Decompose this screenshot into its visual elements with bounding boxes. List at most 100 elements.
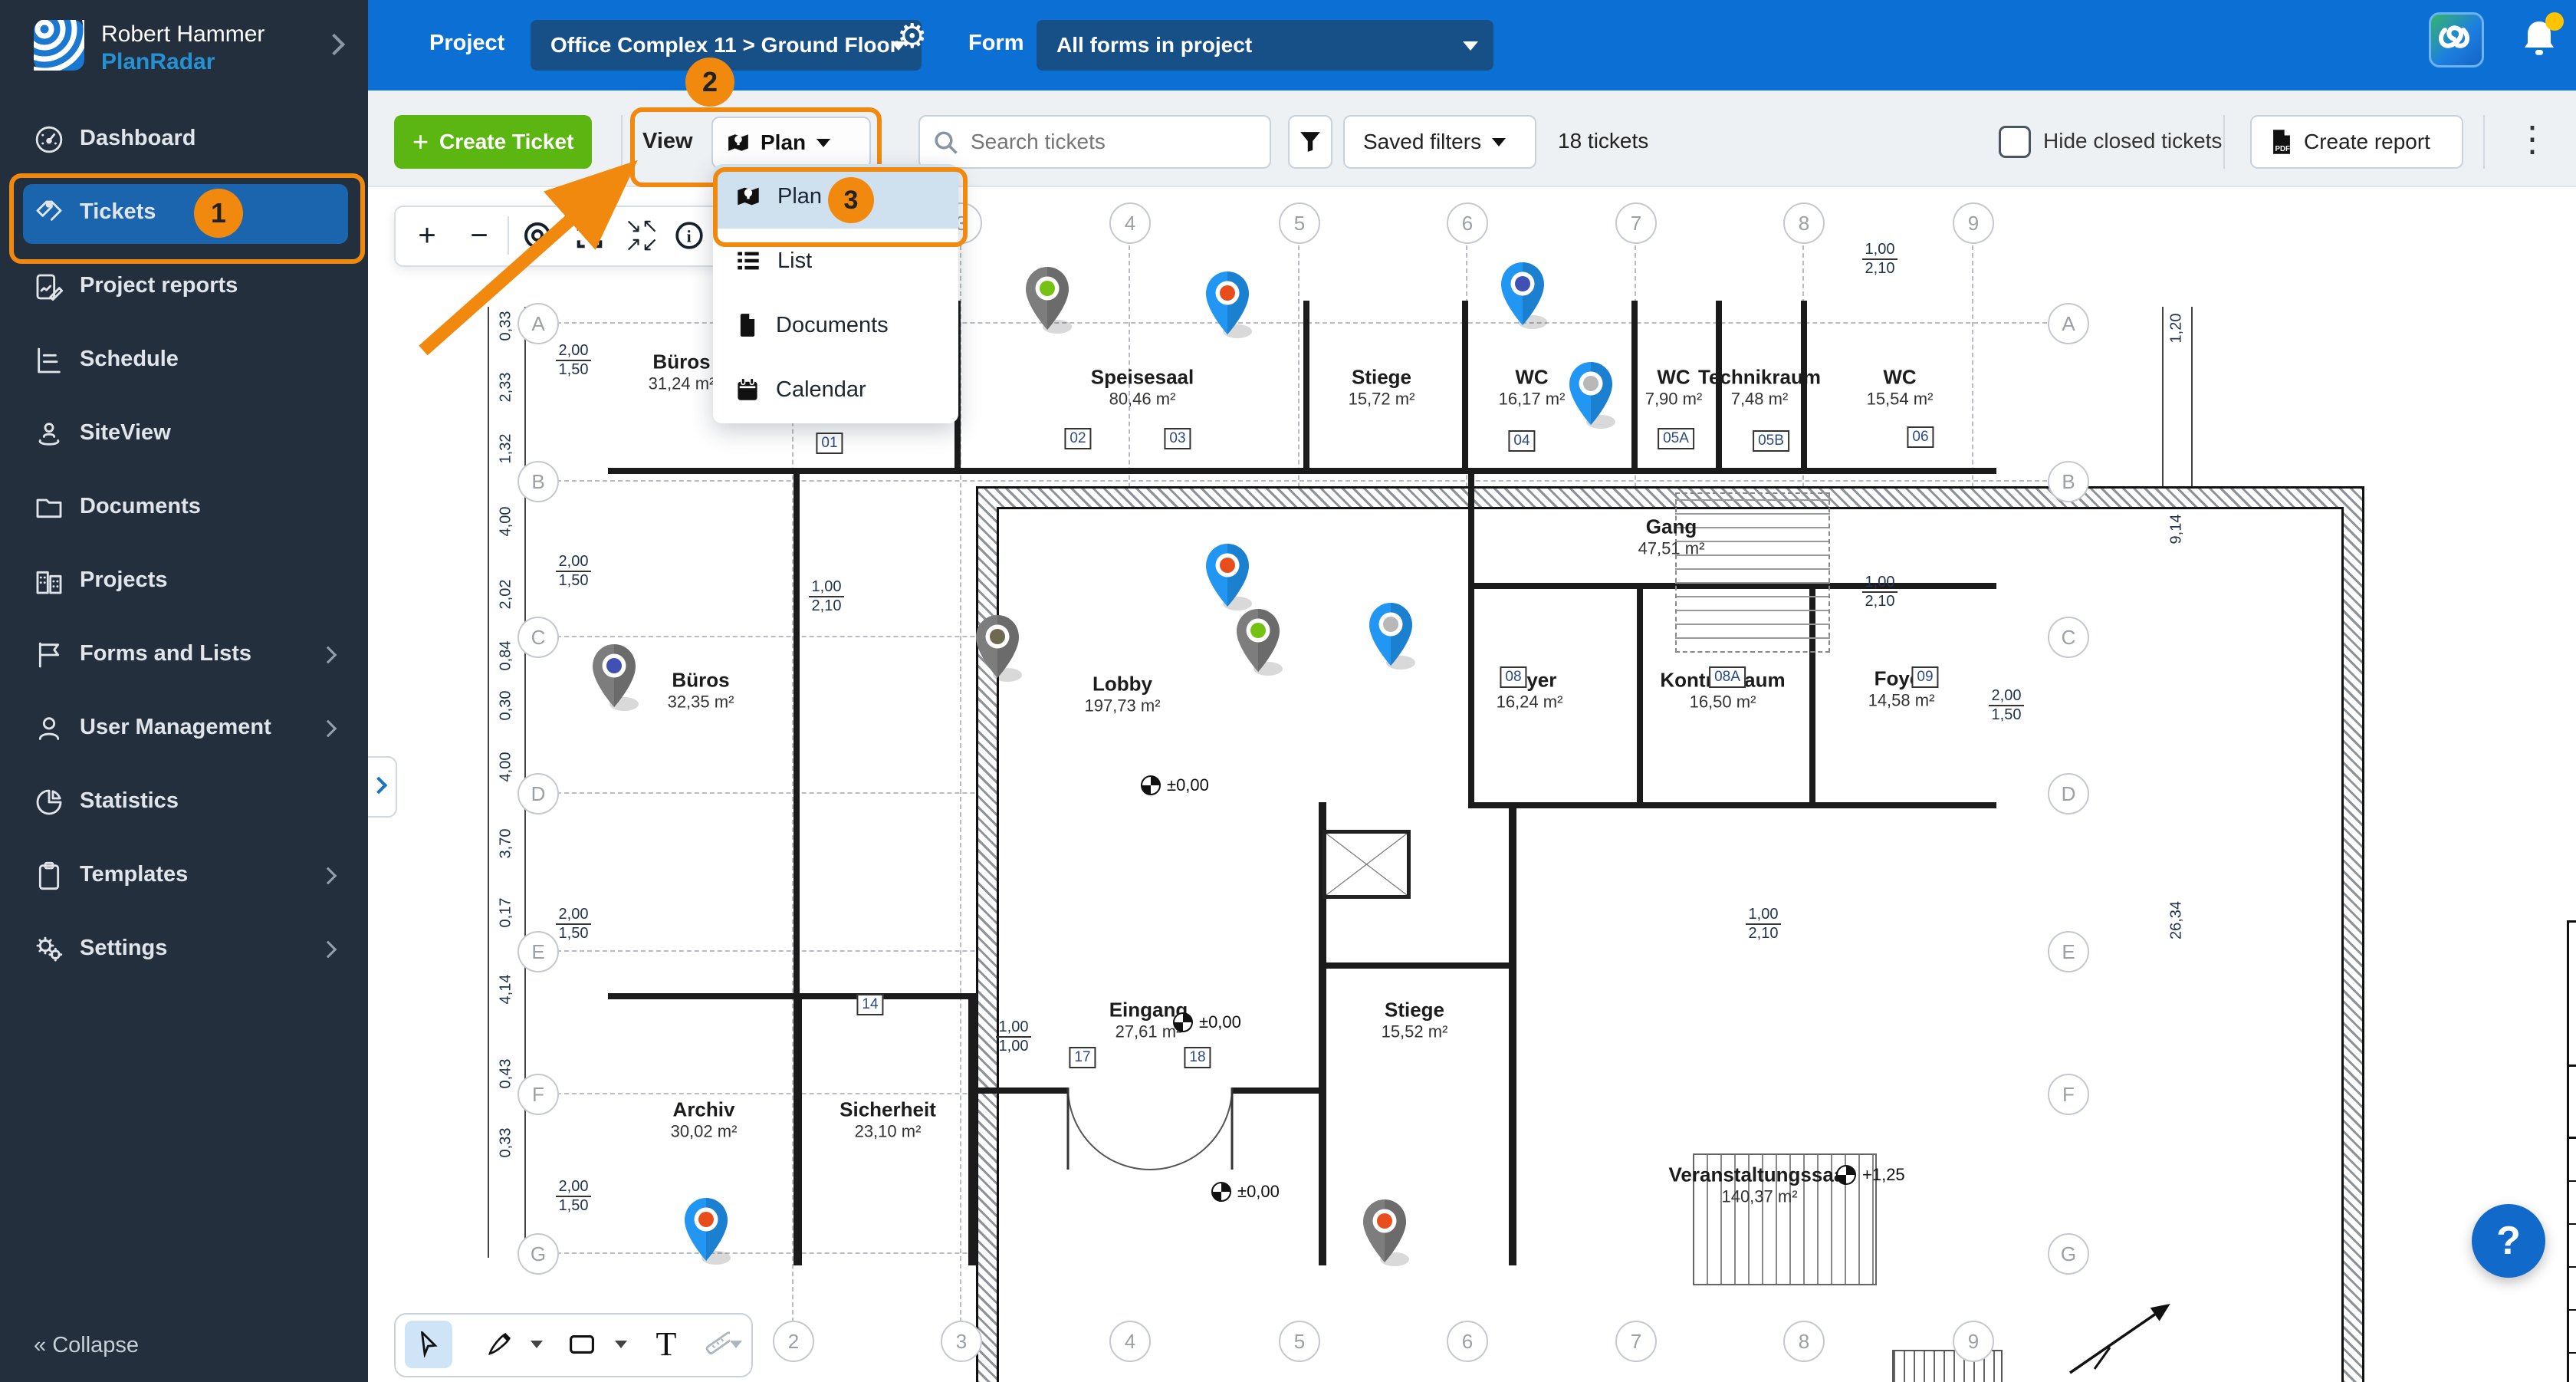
sidebar-item-forms-and-lists[interactable]: Forms and Lists [0,618,368,692]
menu-item-calendar[interactable]: Calendar [713,357,958,422]
sidebar-item-projects[interactable]: Projects [0,545,368,618]
ticket-pin-blue-red[interactable] [1202,268,1253,339]
room-name: Speisesaal [1091,366,1194,390]
search-input[interactable] [969,123,1263,161]
search-tickets-box[interactable] [918,115,1271,169]
help-button[interactable]: ? [2472,1204,2545,1278]
grid-row-bubble-left: D [518,773,559,814]
measure-tool-caret[interactable] [730,1341,742,1348]
sidebar-item-documents[interactable]: Documents [0,471,368,545]
interior-wall [1319,962,1509,969]
notification-badge [2545,12,2564,31]
select-cursor-tool[interactable] [405,1321,452,1368]
sidebar-user-header[interactable]: Robert Hammer PlanRadar [0,0,368,92]
dimension-bottom: 2,10 [1862,261,1898,277]
room-name: WC [1867,366,1934,390]
hide-closed-checkbox[interactable] [1999,126,2031,158]
left-dimension-value: 0,84 [498,641,515,671]
ticket-pin-blue-red[interactable] [1202,541,1253,611]
divider [2483,115,2485,169]
annotation-step-1: 1 [194,189,243,238]
sidebar-item-templates[interactable]: Templates [0,839,368,913]
pen-tool-caret[interactable] [531,1341,543,1348]
planradar-app: Büros31,24 m²Speisesaal80,46 m²Stiege15,… [0,0,2576,1382]
room-label: Veranstaltungssaal140,37 m² [1669,1163,1851,1207]
form-label: Form [968,31,1024,56]
create-report-label: Create report [2304,130,2430,154]
shape-tool-caret[interactable] [615,1341,627,1348]
room-label: Stiege15,72 m² [1349,366,1415,410]
plan-info-button[interactable]: i [670,216,708,255]
shape-tool[interactable] [558,1321,606,1368]
room-area: 16,24 m² [1497,693,1563,712]
filter-button[interactable] [1288,115,1332,169]
ticket-pin-blue-indigo[interactable] [1497,259,1548,330]
sidebar-item-settings[interactable]: Settings [0,913,368,986]
sidebar-item-project-reports[interactable]: Project reports [0,250,368,324]
title-block-row: PlanformatA2 (420 x 594 mm / 16.5 x 23.4… [2569,1311,2576,1354]
sidebar-item-siteview[interactable]: SiteView [0,397,368,471]
dimension-pair: 2,001,50 [556,1179,591,1214]
room-name: WC [1499,366,1566,390]
grid-column-bubble-bottom: 6 [1447,1321,1488,1362]
collapse-sidebar-button[interactable]: « Collapse [34,1333,139,1358]
grid-column-bubble-bottom: 5 [1279,1321,1320,1362]
view-mode-dropdown[interactable]: Plan [711,117,871,169]
ticket-pin-grey-green[interactable] [1022,264,1073,334]
app-launcher-icon[interactable] [2429,12,2484,67]
room-label: Stiege15,52 m² [1382,999,1448,1042]
create-report-button[interactable]: PDF Create report [2250,115,2463,169]
grid-column-bubble-top: 7 [1615,202,1657,244]
room-label: WC16,17 m² [1499,366,1566,410]
sidebar-item-dashboard[interactable]: Dashboard [0,103,368,176]
left-dimension-value: 0,33 [498,1128,515,1158]
dimension-pair: 2,001,50 [1989,688,2024,723]
ticket-pin-blue-red[interactable] [681,1195,731,1265]
project-label: Project [429,31,504,56]
sidebar-item-label: Settings [80,936,167,961]
level-marker-label: ±0,00 [1237,1182,1280,1202]
grid-column-bubble-top: 9 [1953,202,1994,244]
room-label: Gang47,51 m² [1638,515,1705,559]
pen-tool[interactable] [475,1321,523,1368]
sidebar-expand-tab[interactable] [368,756,397,818]
sidebar-item-user-management[interactable]: User Management [0,692,368,765]
menu-item-documents[interactable]: Documents [713,293,958,357]
floor-plan-canvas[interactable]: Büros31,24 m²Speisesaal80,46 m²Stiege15,… [368,186,2576,1382]
interior-wall [1462,301,1468,468]
text-tool[interactable]: T [642,1321,690,1368]
ticket-pin-grey-olive[interactable] [972,612,1023,683]
ticket-pin-blue-silver[interactable] [1365,600,1416,670]
grid-row-bubble-right: E [2048,931,2089,972]
room-label: Archiv30,02 m² [671,1098,738,1142]
level-marker: ±0,00 [1173,1012,1241,1032]
caret-down-icon [816,139,830,147]
form-dropdown[interactable]: All forms in project [1037,20,1493,71]
caret-down-icon [1492,138,1506,146]
ticket-pin-grey-indigo[interactable] [589,641,639,712]
sidebar-item-schedule[interactable]: Schedule [0,324,368,397]
sidebar-item-tickets[interactable]: Tickets [0,176,368,250]
more-options-kebab-icon[interactable]: ⋮ [2515,118,2550,160]
ticket-pin-grey-red[interactable] [1359,1196,1410,1267]
outer-wall-interior [997,507,2344,1382]
ticket-pin-blue-silver[interactable] [1566,359,1616,429]
grid-column-bubble-top: 4 [1109,202,1151,244]
door-tag: 01 [816,433,843,454]
map-icon [736,184,761,209]
left-dimension-value: 4,00 [498,507,515,537]
grid-column-bubble-bottom: 8 [1783,1321,1825,1362]
notifications-bell-icon[interactable] [2519,17,2559,60]
ticket-pin-grey-green[interactable] [1233,606,1283,676]
sidebar-item-statistics[interactable]: Statistics [0,765,368,839]
dimension-pair: 1,001,00 [996,1019,1031,1055]
clipboard-icon [34,860,64,891]
interior-wall [968,993,978,1265]
dimension-pair: 2,001,50 [556,554,591,589]
saved-filters-dropdown[interactable]: Saved filters [1343,115,1536,169]
interior-wall [968,1088,1068,1094]
project-settings-gear-icon[interactable]: ⚙ [897,17,927,56]
flag-icon [34,640,64,670]
menu-item-list[interactable]: List [713,229,958,293]
chevron-right-icon [320,941,337,959]
